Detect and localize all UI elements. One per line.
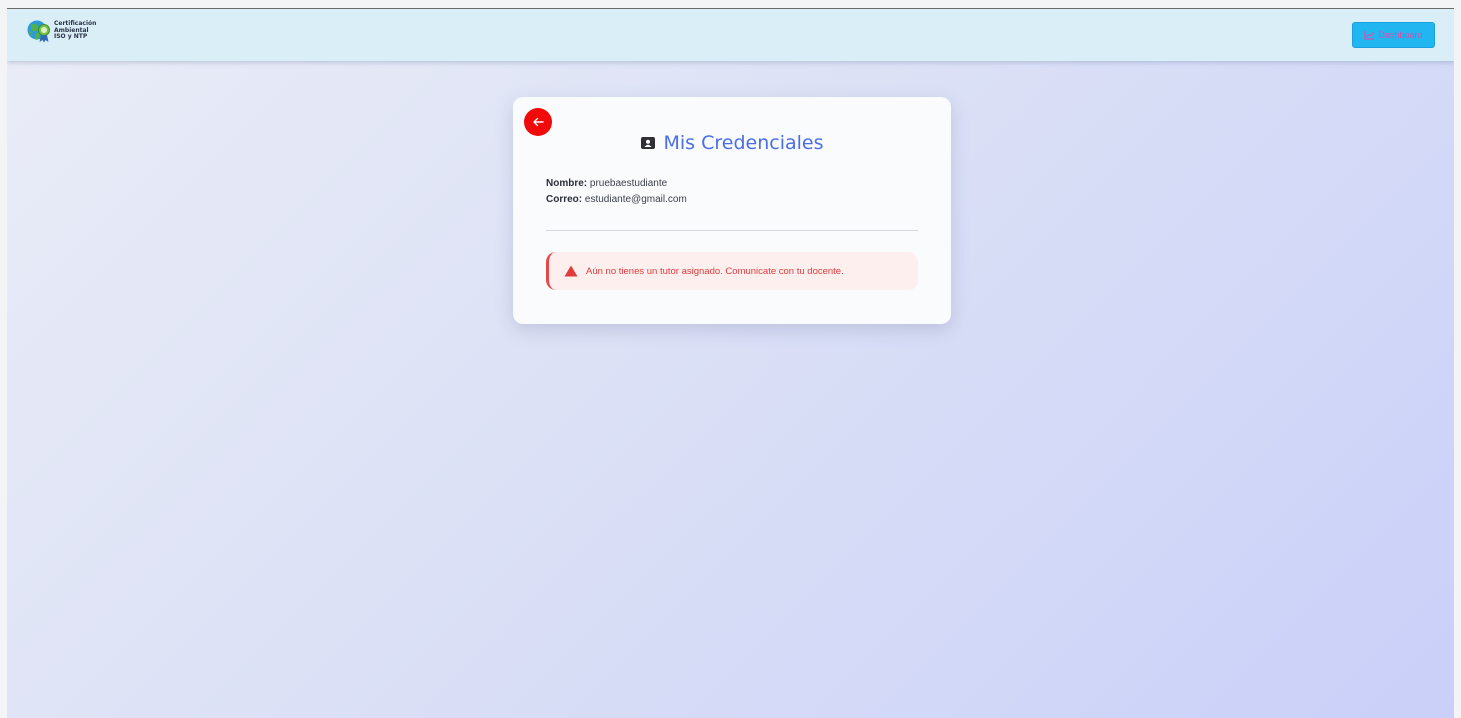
warning-triangle-icon: [564, 265, 578, 277]
app-frame: Certificación Ambiental ISO y NTP Dashbo…: [7, 8, 1454, 718]
chart-line-icon: [1364, 30, 1375, 40]
logo-line-3: ISO y NTP: [54, 33, 88, 41]
dashboard-button[interactable]: Dashboard: [1352, 22, 1435, 48]
credentials-info: Nombre: pruebaestudiante Correo: estudia…: [546, 176, 687, 208]
card-header: Mis Credenciales: [513, 132, 951, 154]
dashboard-button-label: Dashboard: [1378, 30, 1423, 40]
divider: [546, 230, 918, 231]
name-label: Nombre:: [546, 178, 588, 189]
email-label: Correo:: [546, 194, 583, 205]
alert-message: Aún no tienes un tutor asignado. Comunic…: [586, 265, 844, 277]
id-card-icon: [640, 137, 655, 149]
email-row: Correo: estudiante@gmail.com: [546, 192, 687, 208]
credentials-card: Mis Credenciales Nombre: pruebaestudiant…: [513, 97, 951, 324]
navbar: Certificación Ambiental ISO y NTP Dashbo…: [7, 9, 1454, 61]
no-tutor-alert: Aún no tienes un tutor asignado. Comunic…: [546, 252, 918, 290]
name-value: pruebaestudiante: [589, 178, 668, 189]
name-row: Nombre: pruebaestudiante: [546, 176, 687, 192]
arrow-left-icon: [533, 117, 544, 127]
page-title: Mis Credenciales: [663, 132, 824, 154]
globe-leaf-badge-icon: [27, 20, 50, 43]
email-value: estudiante@gmail.com: [584, 194, 687, 205]
brand-logo[interactable]: Certificación Ambiental ISO y NTP: [27, 18, 96, 44]
